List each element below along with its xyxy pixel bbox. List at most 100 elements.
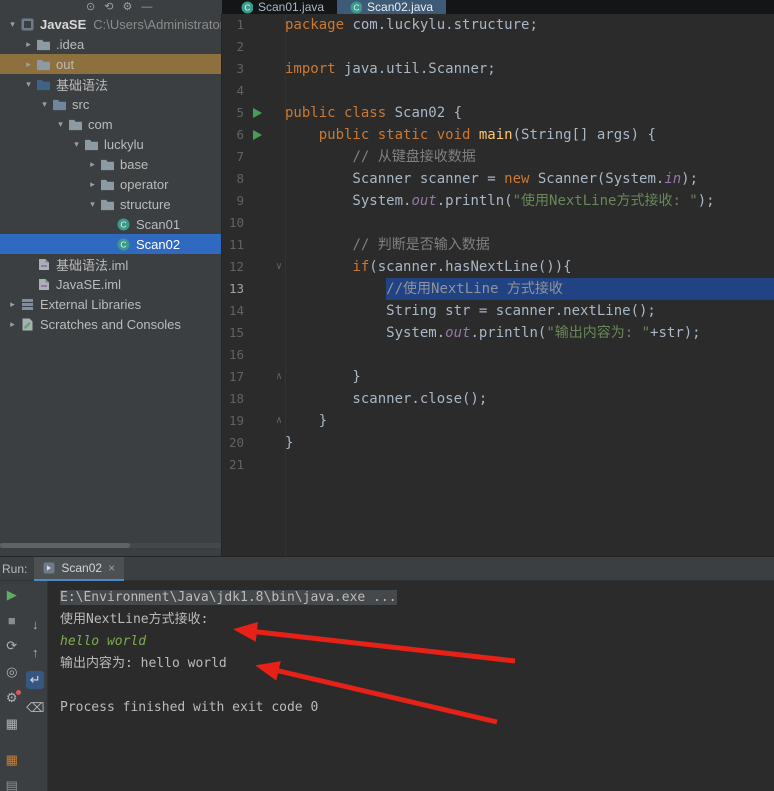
settings-icon[interactable]: ⚙ <box>3 690 21 706</box>
project-horizontal-scrollbar[interactable] <box>0 543 221 548</box>
line-number[interactable]: 8 <box>222 168 244 190</box>
code-line-15[interactable]: 15 System. out .println("输出内容为: " +str); <box>222 322 774 344</box>
line-number[interactable]: 19 <box>222 410 244 432</box>
up-stack-icon[interactable]: ↑ <box>26 643 44 661</box>
tree-item-javase.iml[interactable]: JavaSE.iml <box>0 274 221 294</box>
tree-item-scratches-and-consoles[interactable]: ▸ Scratches and Consoles <box>0 314 221 334</box>
main-area: ▾ JavaSE C:\Users\Administrator\ ▸ .idea ▸ out… <box>0 14 774 556</box>
collapsed-arrow-icon[interactable]: ▸ <box>86 159 99 170</box>
console-output[interactable]: E:\Environment\Java\jdk1.8\bin\java.exe … <box>48 581 774 791</box>
run-line-icon[interactable] <box>253 108 262 118</box>
line-number[interactable]: 12 <box>222 256 244 278</box>
code-line-13[interactable]: 13 //使用NextLine 方式接收 <box>222 278 774 300</box>
line-number[interactable]: 9 <box>222 190 244 212</box>
code-line-1[interactable]: 1 package com.luckylu.structure; <box>222 14 774 36</box>
collapsed-arrow-icon[interactable]: ▸ <box>22 39 35 50</box>
pin-icon[interactable]: ▦ <box>3 716 21 732</box>
code-line-19[interactable]: 19 ∧ } <box>222 410 774 432</box>
code-line-6[interactable]: 6 public static void main (String[] args)… <box>222 124 774 146</box>
tree-item-out[interactable]: ▸ out <box>0 54 221 74</box>
line-number[interactable]: 10 <box>222 212 244 234</box>
run-line-icon[interactable] <box>253 130 262 140</box>
tree-item-scan01[interactable]: C Scan01 <box>0 214 221 234</box>
line-number[interactable]: 20 <box>222 432 244 454</box>
expanded-arrow-icon[interactable]: ▾ <box>70 139 83 150</box>
settings-gear-icon[interactable]: ⚙ <box>122 0 132 14</box>
clear-all-icon[interactable]: ⌫ <box>26 699 44 717</box>
tree-item-luckylu[interactable]: ▾ luckylu <box>0 134 221 154</box>
scrollbar-thumb[interactable] <box>0 543 130 548</box>
fold-open-icon[interactable]: ∨ <box>276 256 282 278</box>
tree-item-external-libraries[interactable]: ▸ External Libraries <box>0 294 221 314</box>
tree-item-javase[interactable]: ▾ JavaSE C:\Users\Administrator\ <box>0 14 221 34</box>
line-number[interactable]: 2 <box>222 36 244 58</box>
soft-wrap-icon[interactable]: ↵ <box>26 671 45 689</box>
code-line-3[interactable]: 3 import java.util.Scanner; <box>222 58 774 80</box>
line-number[interactable]: 17 <box>222 366 244 388</box>
tab-scan02-java[interactable]: C Scan02.java <box>337 0 447 14</box>
code-line-8[interactable]: 8 Scanner scanner = new Scanner(System. i… <box>222 168 774 190</box>
rerun-icon[interactable]: ▶ <box>3 587 21 603</box>
fold-close-icon[interactable]: ∧ <box>276 410 282 432</box>
line-number[interactable]: 21 <box>222 454 244 476</box>
hide-panel-icon[interactable]: — <box>141 0 152 14</box>
expanded-arrow-icon[interactable]: ▾ <box>6 19 19 30</box>
locate-file-icon[interactable]: ⊙ <box>86 0 95 14</box>
collapsed-arrow-icon[interactable]: ▸ <box>22 59 35 70</box>
code-line-12[interactable]: 12 ∨ if (scanner.hasNextLine()){ <box>222 256 774 278</box>
down-stack-icon[interactable]: ↓ <box>26 615 44 633</box>
run-tab-scan02[interactable]: Scan02 × <box>34 556 125 581</box>
code-line-16[interactable]: 16 <box>222 344 774 366</box>
code-editor[interactable]: 1 package com.luckylu.structure; 2 3 import … <box>222 14 774 556</box>
code-line-7[interactable]: 7 // 从键盘接收数据 <box>222 146 774 168</box>
dump-threads-icon[interactable]: ◎ <box>3 664 21 680</box>
stop-icon[interactable]: ■ <box>3 613 21 628</box>
tool-stripe-icon-1[interactable]: ▦ <box>3 752 21 768</box>
line-number[interactable]: 13 <box>222 278 244 300</box>
collapsed-arrow-icon[interactable]: ▸ <box>6 299 19 310</box>
tree-item-base[interactable]: ▸ base <box>0 154 221 174</box>
code-line-14[interactable]: 14 String str = scanner.nextLine(); <box>222 300 774 322</box>
tree-item-structure[interactable]: ▾ structure <box>0 194 221 214</box>
line-number[interactable]: 14 <box>222 300 244 322</box>
code-line-5[interactable]: 5 public class Scan02 { <box>222 102 774 124</box>
code-line-4[interactable]: 4 <box>222 80 774 102</box>
code-line-11[interactable]: 11 // 判断是否输入数据 <box>222 234 774 256</box>
tree-item-operator[interactable]: ▸ operator <box>0 174 221 194</box>
expanded-arrow-icon[interactable]: ▾ <box>54 119 67 130</box>
tree-item-.idea[interactable]: ▸ .idea <box>0 34 221 54</box>
code-line-9[interactable]: 9 System. out .println("使用NextLine方式接收: ")… <box>222 190 774 212</box>
tree-item-com[interactable]: ▾ com <box>0 114 221 134</box>
collapsed-arrow-icon[interactable]: ▸ <box>86 179 99 190</box>
code-line-17[interactable]: 17 ∧ } <box>222 366 774 388</box>
close-icon[interactable]: × <box>108 561 115 575</box>
line-number[interactable]: 5 <box>222 102 244 124</box>
tree-item-.iml[interactable]: 基础语法.iml <box>0 254 221 274</box>
tree-item-src[interactable]: ▾ src <box>0 94 221 114</box>
line-number[interactable]: 3 <box>222 58 244 80</box>
code-line-18[interactable]: 18 scanner.close(); <box>222 388 774 410</box>
code-line-21[interactable]: 21 <box>222 454 774 476</box>
tree-item-item-3[interactable]: ▾ 基础语法 <box>0 74 221 94</box>
line-number[interactable]: 7 <box>222 146 244 168</box>
code-line-2[interactable]: 2 <box>222 36 774 58</box>
line-number[interactable]: 1 <box>222 14 244 36</box>
fold-close-icon[interactable]: ∧ <box>276 366 282 388</box>
tool-stripe-icon-2[interactable]: ▤ <box>3 778 21 791</box>
tab-scan01-java[interactable]: C Scan01.java <box>228 0 337 14</box>
code-line-10[interactable]: 10 <box>222 212 774 234</box>
tree-item-scan02[interactable]: C Scan02 <box>0 234 221 254</box>
code-line-20[interactable]: 20} <box>222 432 774 454</box>
expanded-arrow-icon[interactable]: ▾ <box>22 79 35 90</box>
collapse-all-icon[interactable]: ⟲ <box>104 0 113 14</box>
restart-icon[interactable]: ⟳ <box>3 638 21 654</box>
expanded-arrow-icon[interactable]: ▾ <box>38 99 51 110</box>
line-number[interactable]: 11 <box>222 234 244 256</box>
line-number[interactable]: 16 <box>222 344 244 366</box>
line-number[interactable]: 15 <box>222 322 244 344</box>
line-number[interactable]: 4 <box>222 80 244 102</box>
collapsed-arrow-icon[interactable]: ▸ <box>6 319 19 330</box>
line-number[interactable]: 6 <box>222 124 244 146</box>
line-number[interactable]: 18 <box>222 388 244 410</box>
expanded-arrow-icon[interactable]: ▾ <box>86 199 99 210</box>
